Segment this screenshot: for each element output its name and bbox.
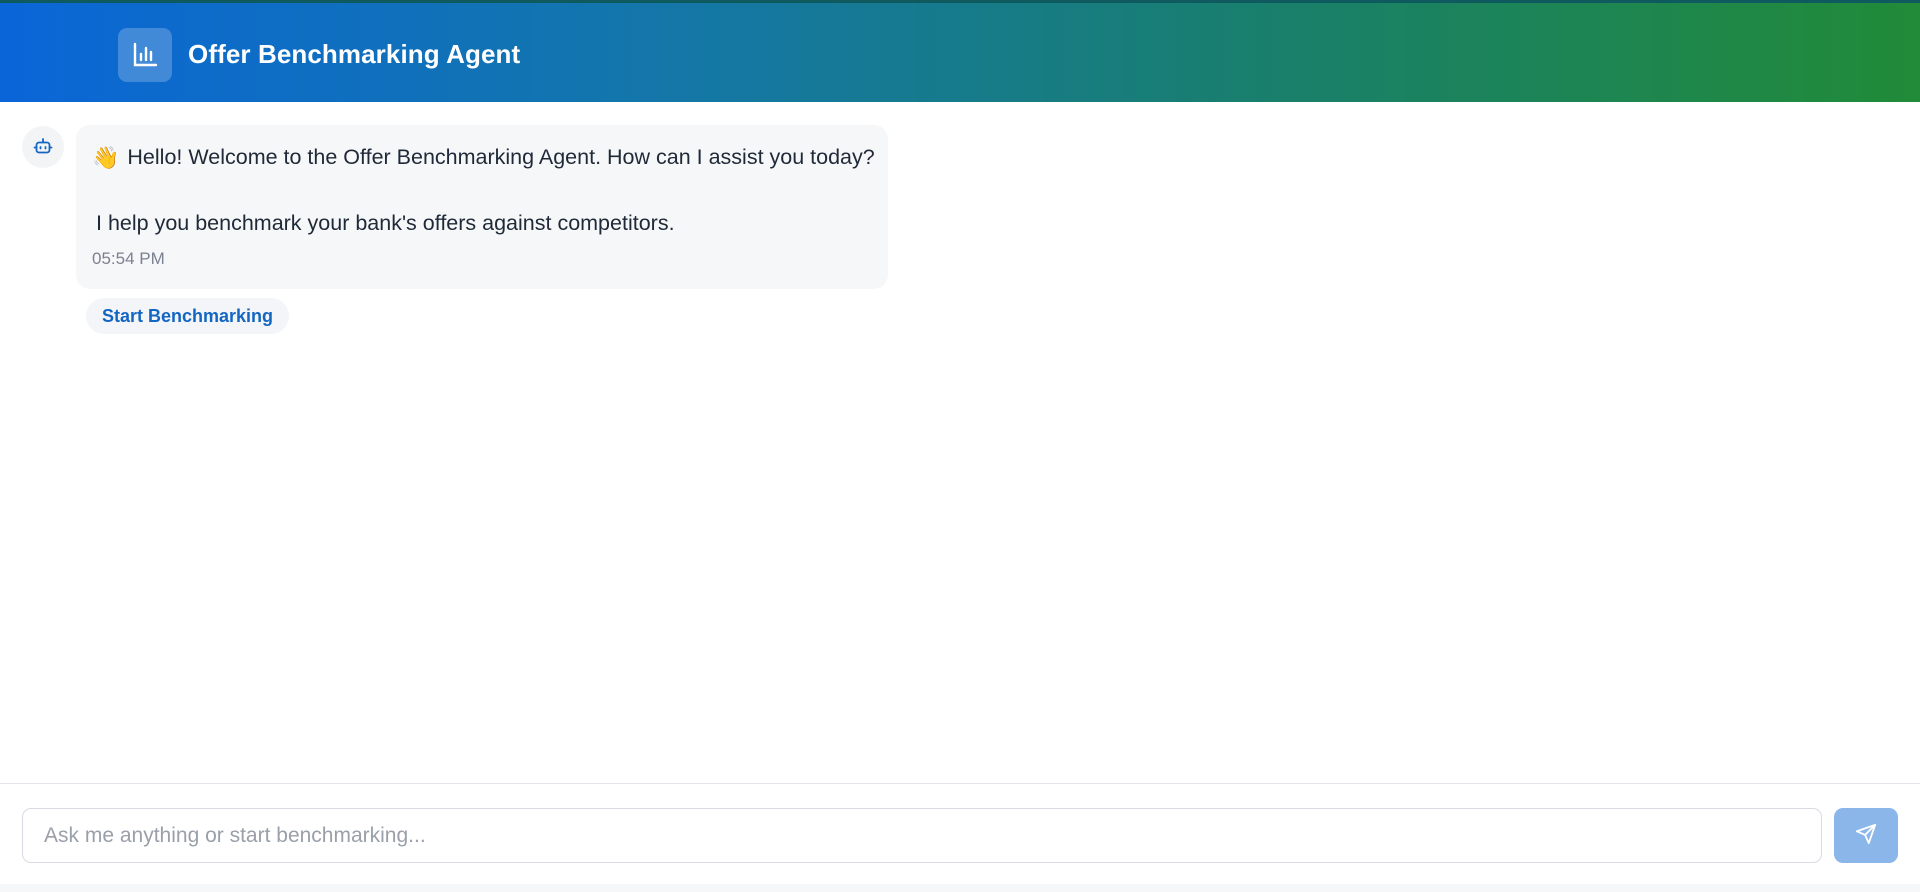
app-title: Offer Benchmarking Agent bbox=[188, 39, 521, 69]
bot-message-bubble: 👋 Hello! Welcome to the Offer Benchmarki… bbox=[76, 125, 888, 289]
chat-input[interactable] bbox=[22, 808, 1822, 863]
robot-icon bbox=[22, 126, 64, 168]
message-greeting-text: Hello! Welcome to the Offer Benchmarking… bbox=[127, 145, 875, 169]
waving-hand-icon: 👋 bbox=[92, 144, 120, 170]
send-icon bbox=[1855, 823, 1877, 848]
composer-bar bbox=[0, 783, 1920, 892]
start-benchmarking-button[interactable]: Start Benchmarking bbox=[86, 298, 290, 334]
message-timestamp: 05:54 PM bbox=[92, 249, 165, 268]
message-greeting: 👋 Hello! Welcome to the Offer Benchmarki… bbox=[92, 145, 875, 170]
message-description: I help you benchmark your bank's offers … bbox=[96, 211, 675, 235]
footer-strip bbox=[0, 884, 1920, 892]
app-header: Offer Benchmarking Agent bbox=[0, 0, 1920, 102]
send-button[interactable] bbox=[1834, 808, 1898, 863]
bar-chart-icon bbox=[118, 28, 172, 82]
